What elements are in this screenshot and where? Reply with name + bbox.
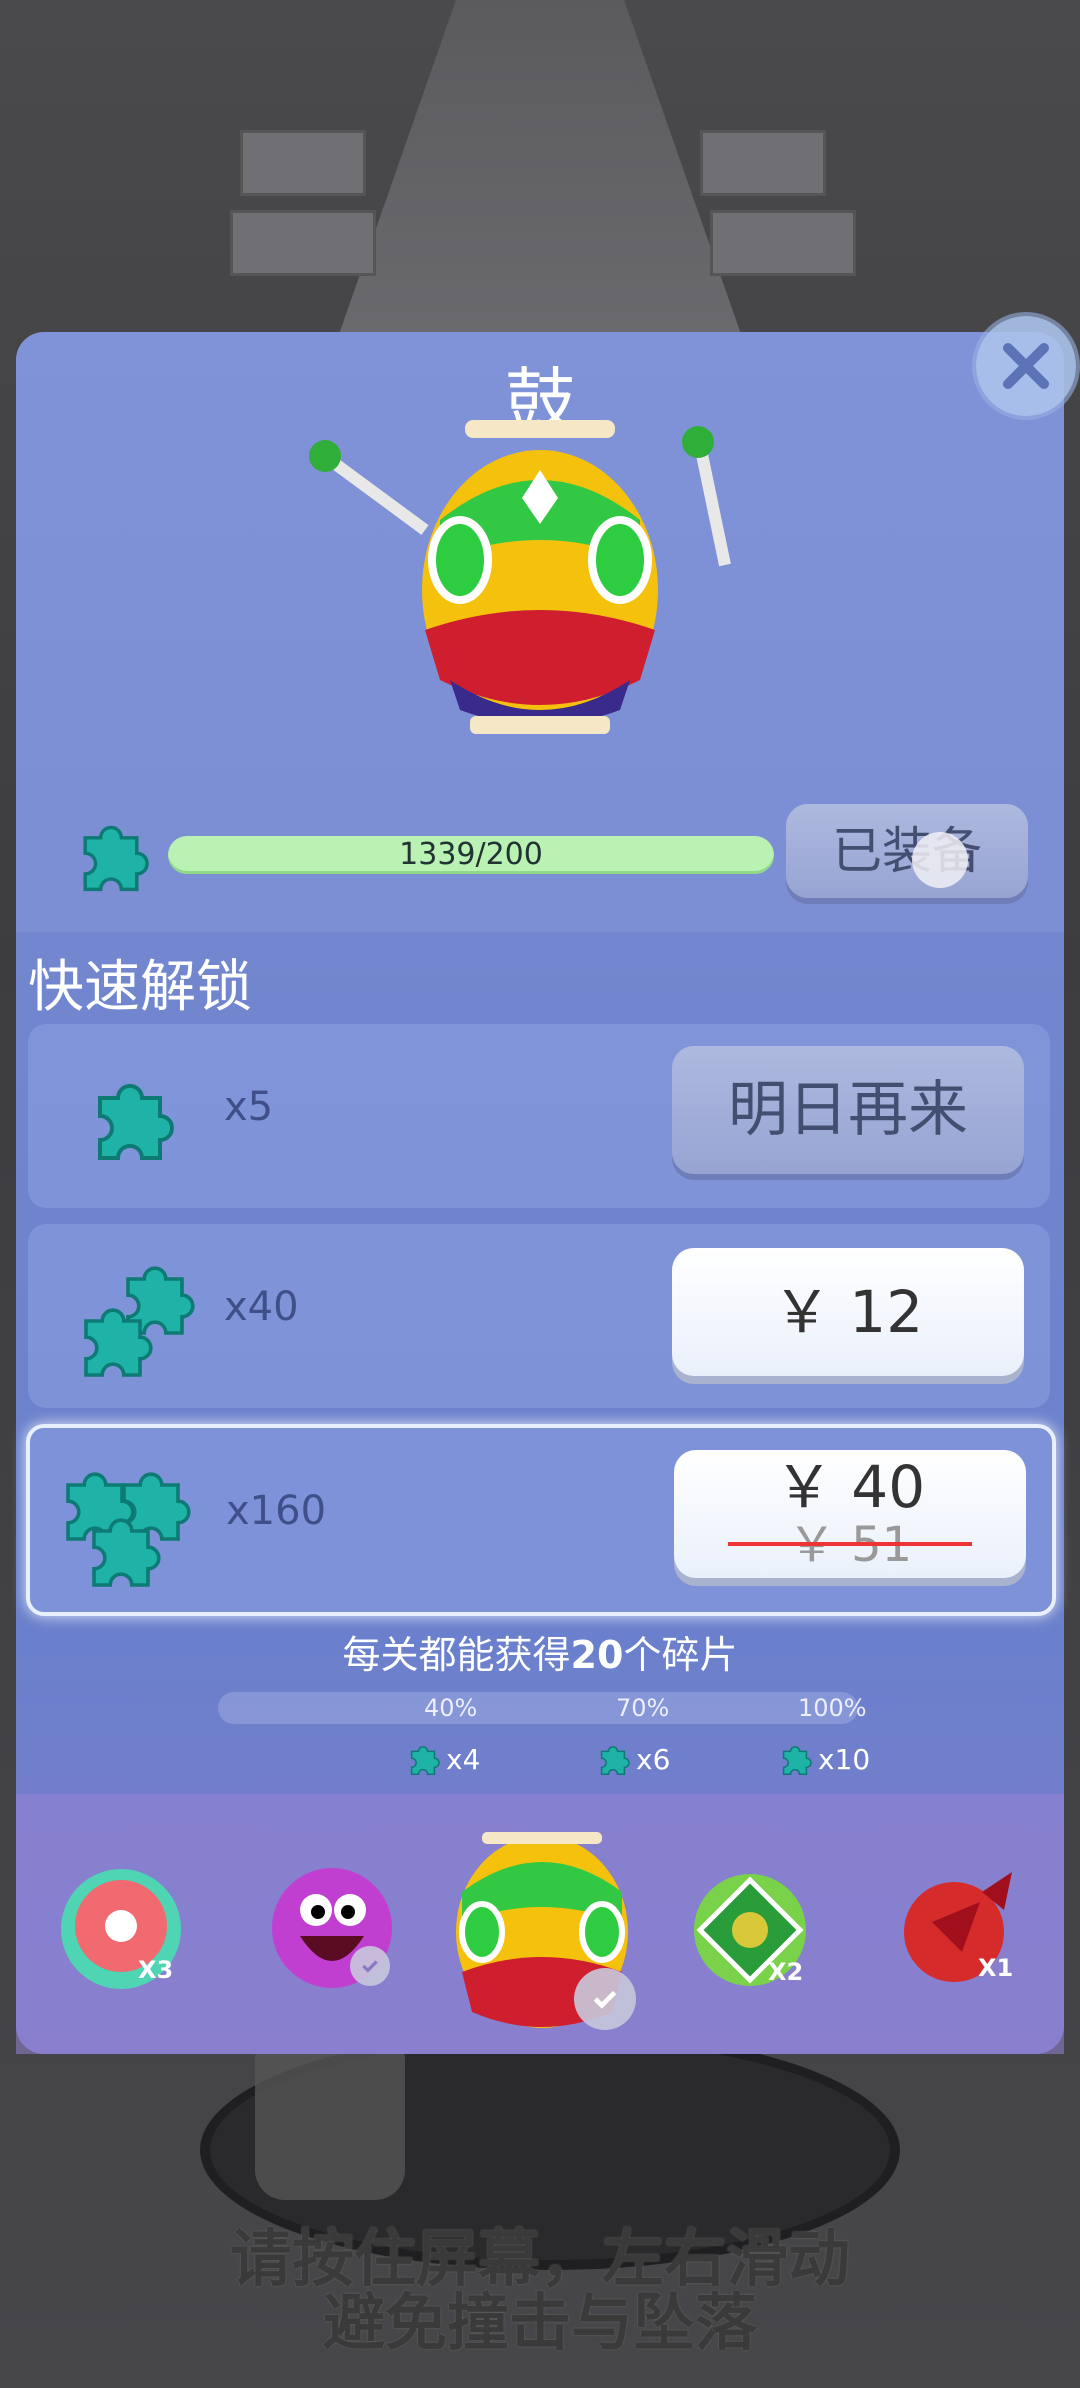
reward-info-suffix: 个碎片 — [623, 1633, 738, 1677]
puzzle-piece-icon — [80, 1068, 180, 1168]
buy-160-button[interactable]: ￥ 40 ￥ 51 — [674, 1450, 1026, 1578]
sale-price: ￥ 40 — [774, 1453, 926, 1521]
track — [330, 0, 750, 360]
milestone-reward: x4 — [404, 1740, 480, 1778]
unlock-row-x40: x40 ￥ 12 — [28, 1224, 1050, 1408]
skin-item-red-bow[interactable]: X1 — [892, 1862, 1022, 1992]
reward-info: 每关都能获得20个碎片 — [0, 1624, 1080, 1679]
price-label: ￥ 12 — [772, 1278, 924, 1346]
come-back-tomorrow-button[interactable]: 明日再来 — [672, 1046, 1024, 1174]
puzzle-piece-icon — [776, 1740, 814, 1778]
item-count-badge: X2 — [768, 1958, 804, 1986]
reward-info-number: 20 — [570, 1633, 624, 1677]
puzzle-piece-icon — [76, 1504, 166, 1594]
drum-illustration — [309, 420, 731, 734]
level-progress-bar — [218, 1692, 858, 1724]
skin-item-drum[interactable] — [452, 1832, 636, 2032]
tile — [240, 130, 366, 196]
item-count-badge: X3 — [138, 1956, 174, 1984]
unlock-quantity: x40 — [224, 1284, 299, 1330]
unlock-quantity: x5 — [224, 1084, 274, 1130]
quick-unlock-title: 快速解锁 — [28, 955, 252, 1020]
milestone-reward-count: x4 — [446, 1742, 481, 1776]
item-count-badge: X1 — [978, 1954, 1014, 1982]
skin-item-green-gem[interactable]: X2 — [690, 1870, 810, 1990]
milestone-reward: x6 — [594, 1740, 670, 1778]
skin-item-flower[interactable]: X3 — [56, 1864, 186, 1994]
fragment-progress-bar: 1339/200 — [168, 836, 774, 874]
come-back-tomorrow-label: 明日再来 — [728, 1075, 968, 1145]
owned-check-icon — [350, 1946, 390, 1986]
milestone-percent: 100% — [798, 1694, 867, 1722]
milestone-reward: x10 — [776, 1740, 870, 1778]
milestone-percent: 40% — [424, 1694, 478, 1722]
milestone-reward-count: x10 — [818, 1742, 871, 1776]
puzzle-piece-icon — [594, 1740, 632, 1778]
touch-indicator — [912, 832, 968, 888]
buy-40-button[interactable]: ￥ 12 — [672, 1248, 1024, 1376]
original-price: ￥ 51 — [727, 1517, 973, 1573]
milestone-percent: 70% — [616, 1694, 670, 1722]
milestone-reward-count: x6 — [636, 1742, 671, 1776]
reward-info-prefix: 每关都能获得 — [342, 1633, 571, 1677]
tile — [700, 130, 826, 196]
unlock-row-x5: x5 明日再来 — [28, 1024, 1050, 1208]
hint-line-2: 避免撞击与坠落 — [322, 2286, 757, 2359]
unlock-row-x160: x160 ￥ 40 ￥ 51 — [26, 1424, 1056, 1616]
tile — [230, 210, 376, 276]
fragment-progress-text: 1339/200 — [399, 837, 543, 872]
puzzle-piece-icon — [68, 1294, 158, 1384]
skin-item-purple-face[interactable] — [270, 1866, 394, 1990]
tile — [710, 210, 856, 276]
selected-check-icon — [574, 1968, 636, 2030]
puzzle-piece-icon — [404, 1740, 442, 1778]
unlock-quantity: x160 — [226, 1488, 327, 1534]
equipped-button[interactable]: 已装备 — [786, 804, 1028, 898]
puzzle-piece-icon — [68, 812, 154, 898]
